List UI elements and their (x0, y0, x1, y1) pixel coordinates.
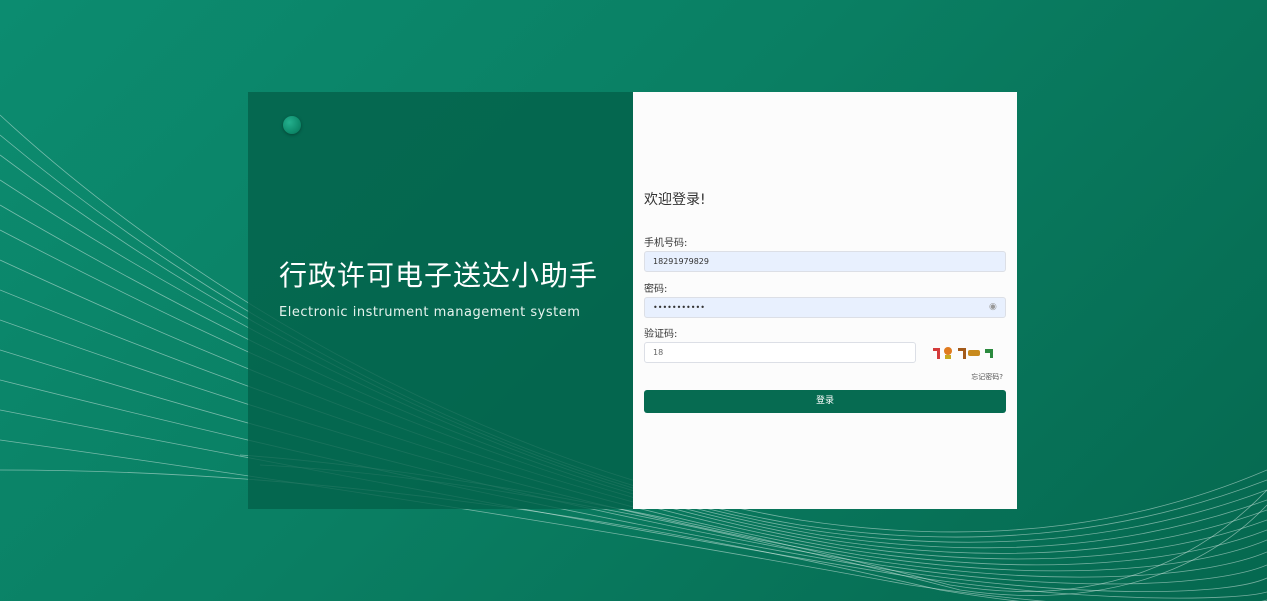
circle-dot-icon (283, 116, 301, 134)
password-input[interactable]: ••••••••••• ◉ (644, 297, 1006, 318)
welcome-heading: 欢迎登录! (644, 192, 706, 208)
forgot-password-link[interactable]: 忘记密码? (971, 372, 1003, 382)
captcha-image[interactable] (930, 345, 1000, 361)
login-card: 行政许可电子送达小助手 Electronic instrument manage… (248, 92, 1017, 509)
phone-label: 手机号码: (644, 238, 688, 249)
app-subtitle: Electronic instrument management system (279, 305, 581, 320)
login-button[interactable]: 登录 (644, 390, 1006, 413)
password-value: ••••••••••• (653, 303, 705, 312)
login-form: 欢迎登录! 手机号码: 18291979829 密码: ••••••••••• … (633, 92, 1017, 509)
password-label: 密码: (644, 284, 668, 295)
brand-panel: 行政许可电子送达小助手 Electronic instrument manage… (248, 92, 633, 509)
app-title: 行政许可电子送达小助手 (279, 259, 599, 292)
eye-icon[interactable]: ◉ (989, 302, 999, 312)
captcha-label: 验证码: (644, 329, 678, 340)
captcha-input[interactable]: 18 (644, 342, 916, 363)
phone-input[interactable]: 18291979829 (644, 251, 1006, 272)
